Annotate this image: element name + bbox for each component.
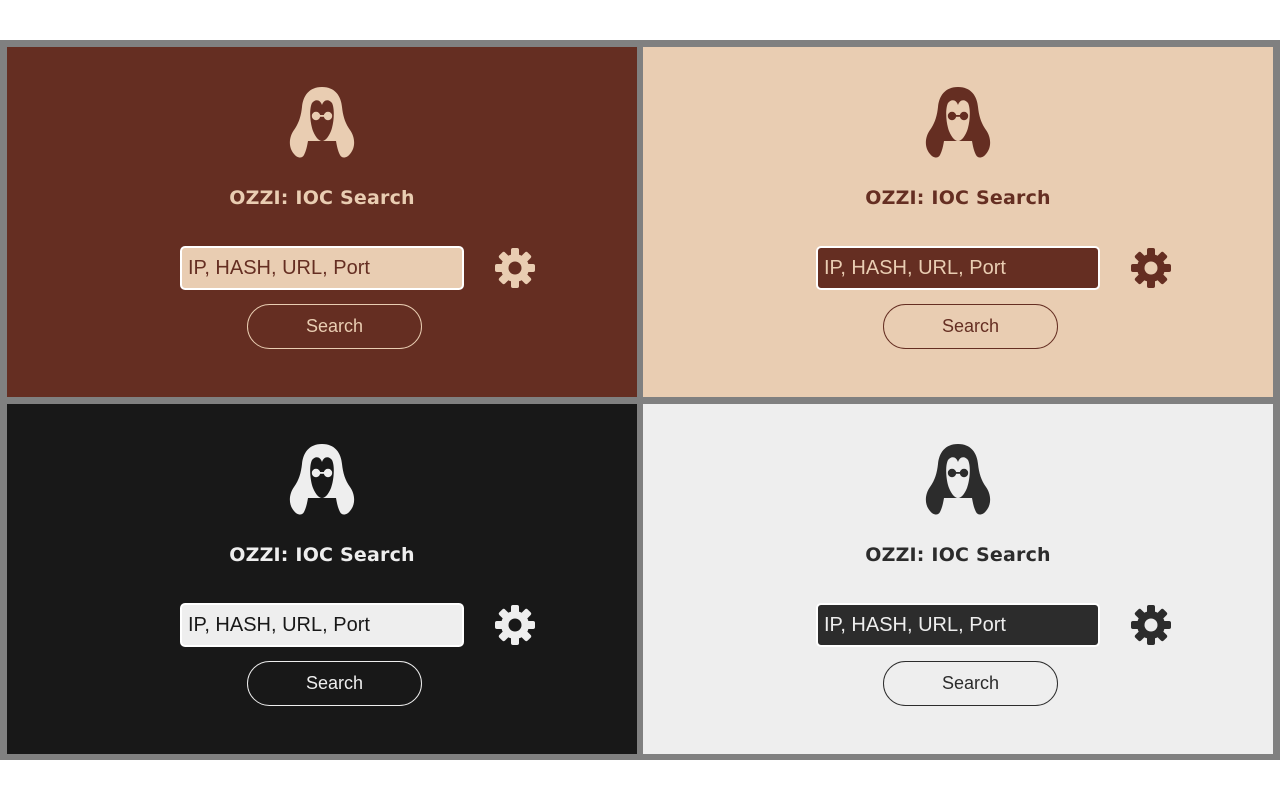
gear-icon[interactable]: [1130, 247, 1172, 289]
search-button[interactable]: Search: [247, 304, 422, 349]
ozzi-avatar-icon: [282, 440, 362, 520]
panel-brown-theme: OZZI: IOC Search Search: [7, 47, 637, 397]
gear-icon[interactable]: [494, 247, 536, 289]
ioc-search-input[interactable]: [816, 246, 1100, 290]
app-title: OZZI: IOC Search: [865, 187, 1051, 209]
gear-icon[interactable]: [494, 604, 536, 646]
panel-tan-theme: OZZI: IOC Search Search: [643, 47, 1273, 397]
search-button[interactable]: Search: [247, 661, 422, 706]
ioc-search-input[interactable]: [816, 603, 1100, 647]
app-title: OZZI: IOC Search: [865, 544, 1051, 566]
panel-light-theme: OZZI: IOC Search Search: [643, 404, 1273, 754]
app-title: OZZI: IOC Search: [229, 187, 415, 209]
ozzi-avatar-icon: [918, 440, 998, 520]
gear-icon[interactable]: [1130, 604, 1172, 646]
search-button[interactable]: Search: [883, 661, 1058, 706]
search-button[interactable]: Search: [883, 304, 1058, 349]
panel-dark-theme: OZZI: IOC Search Search: [7, 404, 637, 754]
ozzi-avatar-icon: [282, 83, 362, 163]
app-title: OZZI: IOC Search: [229, 544, 415, 566]
ozzi-avatar-icon: [918, 83, 998, 163]
ioc-search-input[interactable]: [180, 246, 464, 290]
ioc-search-input[interactable]: [180, 603, 464, 647]
